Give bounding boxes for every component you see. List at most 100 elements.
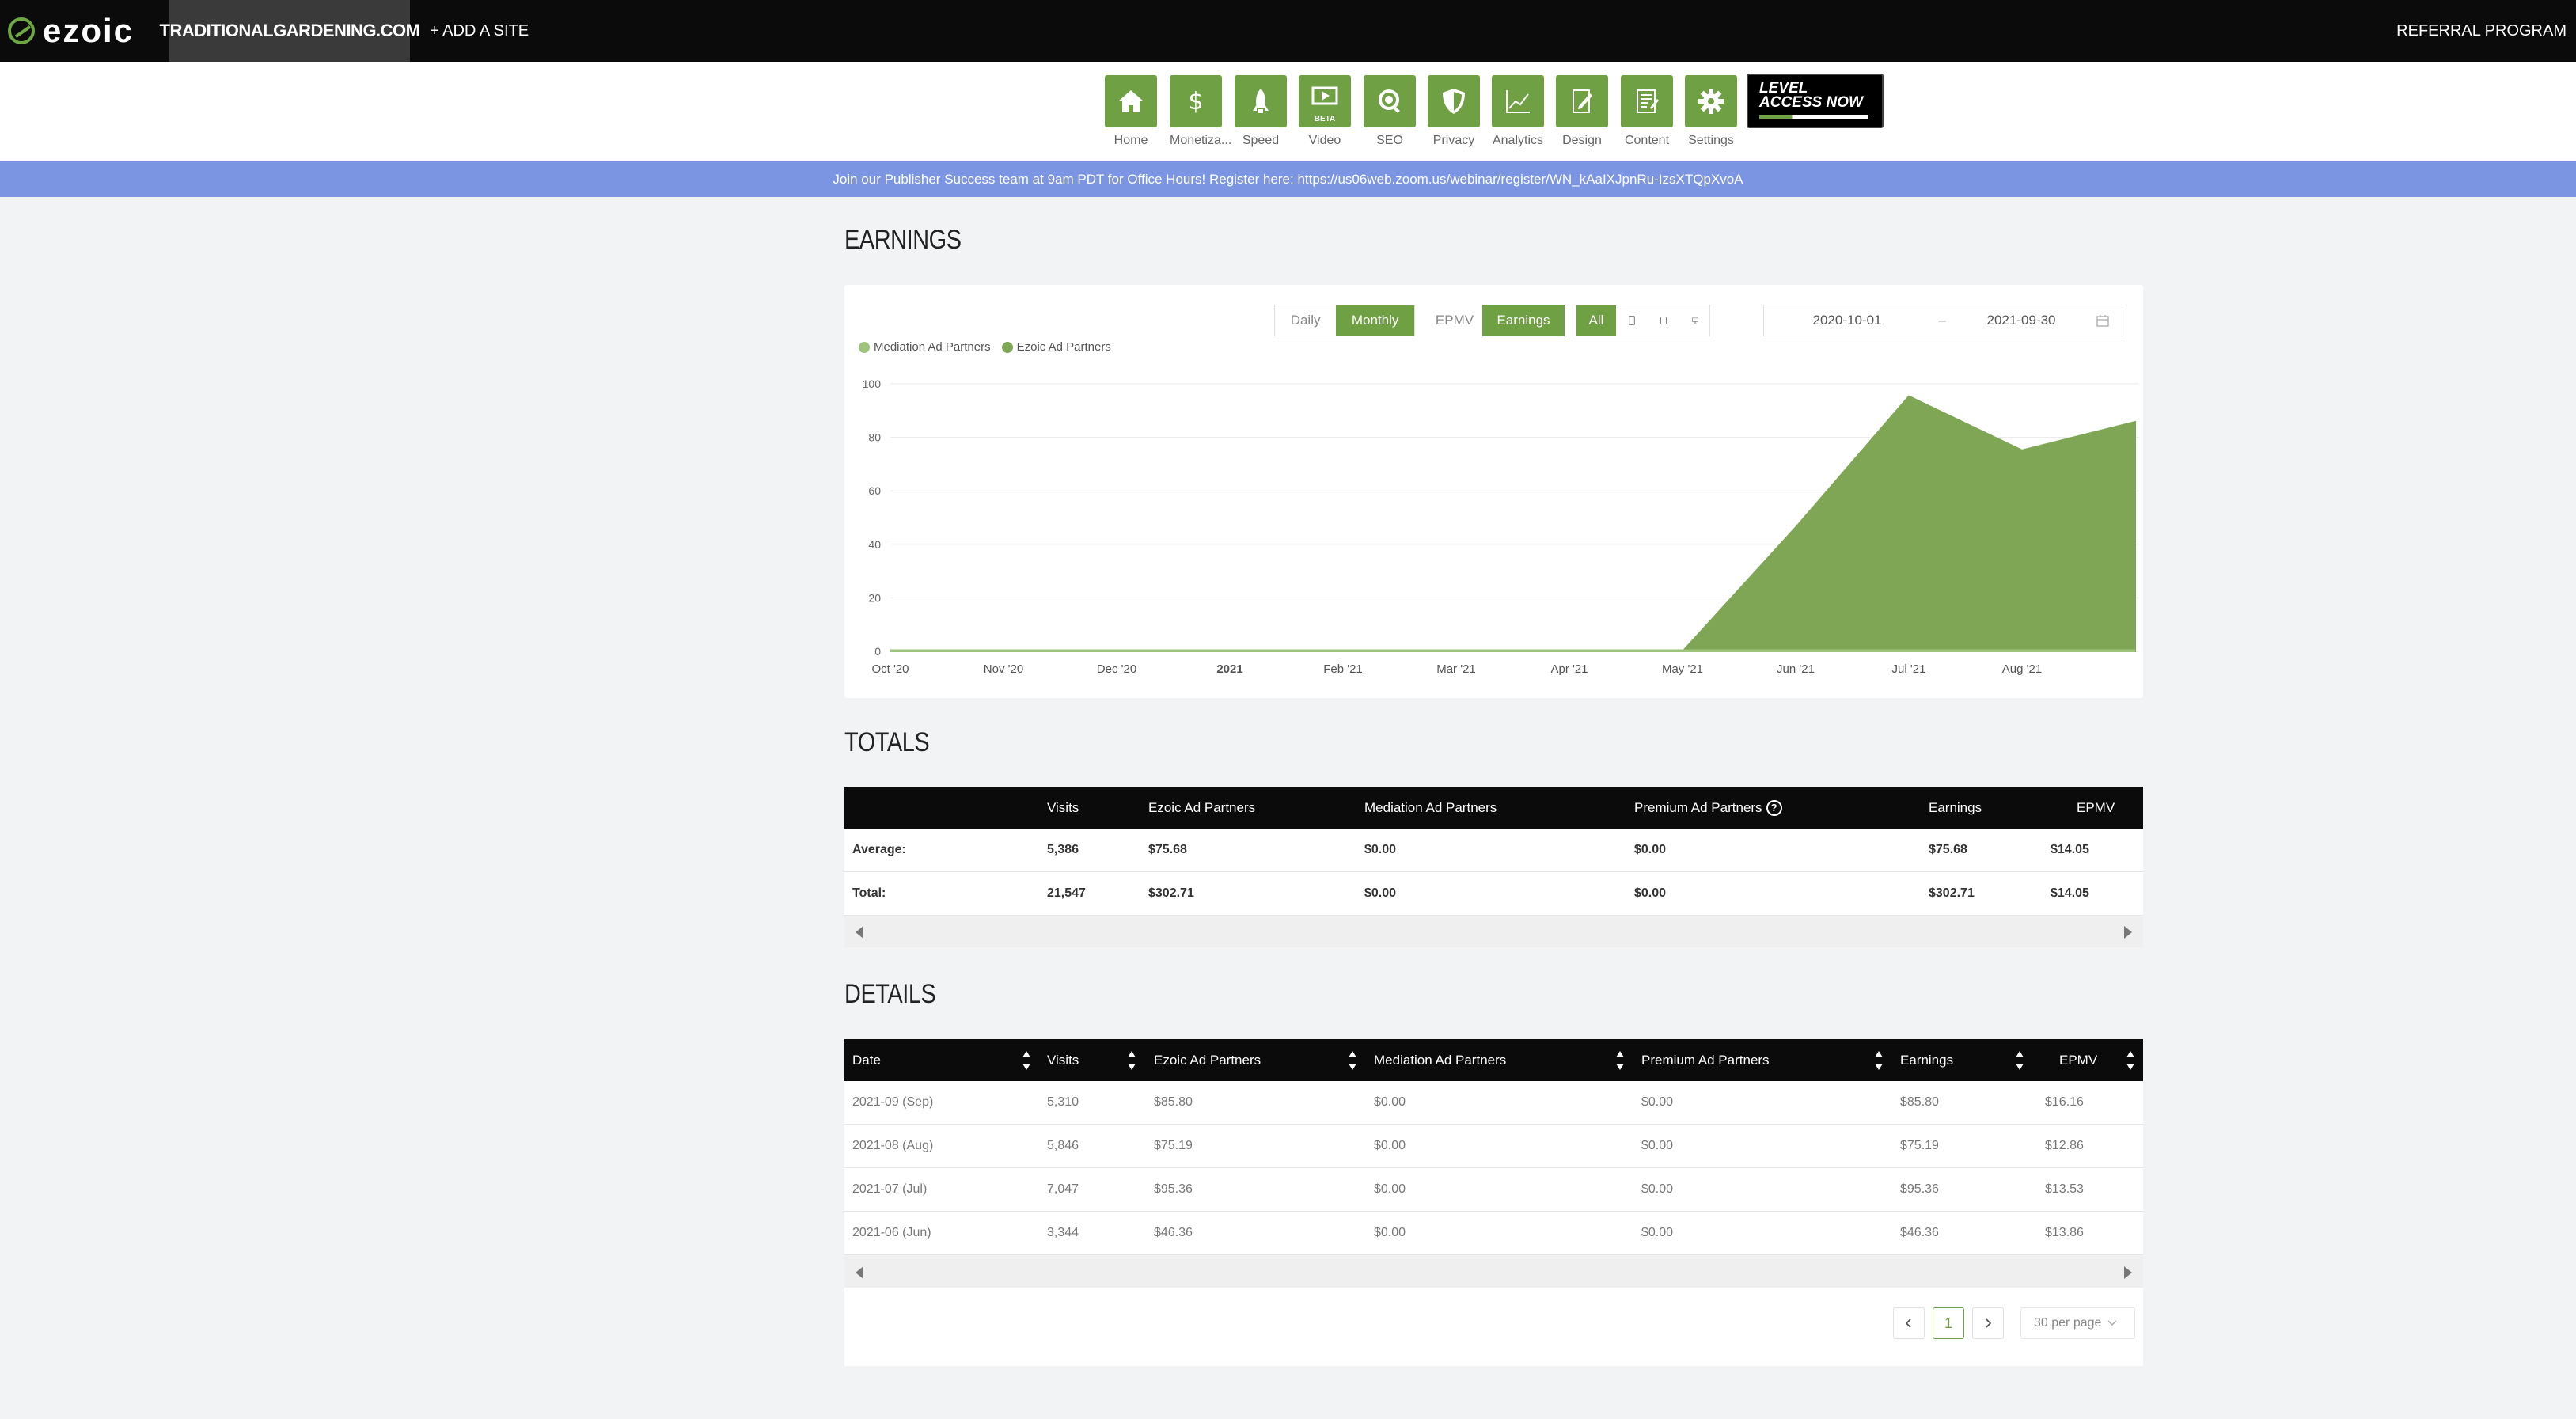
sort-icon[interactable] <box>1875 1051 1883 1070</box>
table-cell: 2021-07 (Jul) <box>852 1182 928 1196</box>
help-icon[interactable]: ? <box>1766 799 1782 816</box>
col-date[interactable]: Date <box>852 1039 881 1081</box>
nav-settings[interactable]: Settings <box>1685 75 1737 148</box>
add-site-link[interactable]: + ADD A SITE <box>430 0 529 62</box>
col-earnings[interactable]: Earnings <box>1900 1039 1953 1081</box>
announcement-banner[interactable]: Join our Publisher Success team at 9am P… <box>0 161 2576 197</box>
nav-home[interactable]: Home <box>1105 75 1157 148</box>
nav-content[interactable]: Content <box>1621 75 1673 148</box>
col-epmv[interactable]: EPMV <box>2059 1039 2097 1081</box>
table-cell: $16.16 <box>2045 1095 2084 1109</box>
details-title: DETAILS <box>844 979 936 1009</box>
sort-icon[interactable] <box>2126 1051 2134 1070</box>
table-cell: 7,047 <box>1047 1182 1079 1196</box>
earnings-chart: 0 20 40 60 80 100 Oct '20 Nov '20 Dec '20 2021 Feb… <box>863 378 2139 676</box>
nav-privacy[interactable]: Privacy <box>1428 75 1480 148</box>
table-cell: $0.00 <box>1641 1139 1674 1152</box>
referral-program-link[interactable]: REFERRAL PROGRAM <box>2396 0 2567 62</box>
table-cell: 5,310 <box>1047 1095 1079 1109</box>
nav-speed[interactable]: Speed <box>1235 75 1287 148</box>
col-epmv: EPMV <box>2077 799 2115 815</box>
x-tick-label: Oct '20 <box>871 662 909 676</box>
col-premium[interactable]: Premium Ad Partners <box>1641 1039 1770 1081</box>
design-icon <box>1573 89 1592 113</box>
sort-icon[interactable] <box>2016 1051 2024 1070</box>
beta-badge: BETA <box>1314 115 1336 123</box>
col-premium: Premium Ad Partners? <box>1634 787 1782 829</box>
table-cell: $0.00 <box>1641 1182 1674 1196</box>
table-cell: $95.36 <box>1154 1182 1193 1196</box>
shield-icon <box>1443 89 1465 114</box>
table-cell: $75.19 <box>1900 1139 1939 1152</box>
nav-analytics[interactable]: Analytics <box>1492 75 1544 148</box>
y-tick-label: 60 <box>868 484 881 497</box>
nav-seo[interactable]: SEO <box>1364 75 1416 148</box>
rocket-icon <box>1253 89 1269 113</box>
top-bar: ezoic TRADITIONALGARDENING.COM + ADD A S… <box>0 0 2576 62</box>
icon-navigation: Home $ Monetiza... Speed BETA Video SEO … <box>0 62 2576 161</box>
sort-icon[interactable] <box>1349 1051 1356 1070</box>
home-icon <box>1118 90 1144 112</box>
sort-icon[interactable] <box>1022 1051 1030 1070</box>
table-row: 2021-09 (Sep) 5,310 $85.80 $0.00 $0.00 $85.80… <box>844 1081 2143 1125</box>
table-cell: 2021-09 (Sep) <box>852 1095 934 1109</box>
x-tick-label: 2021 <box>1216 662 1242 676</box>
x-tick-label: Jul '21 <box>1892 662 1926 676</box>
dollar-icon: $ <box>1188 88 1203 116</box>
col-mediation[interactable]: Mediation Ad Partners <box>1374 1039 1506 1081</box>
scroll-left-icon[interactable] <box>856 1266 863 1279</box>
chevron-left-icon <box>1905 1318 1911 1328</box>
table-cell: $0.00 <box>1374 1226 1406 1239</box>
table-cell: $75.19 <box>1154 1139 1193 1152</box>
next-page-button[interactable] <box>1972 1307 2004 1339</box>
table-cell: 3,344 <box>1047 1226 1079 1239</box>
col-earnings: Earnings <box>1929 799 1982 815</box>
x-tick-label: Apr '21 <box>1550 662 1588 676</box>
totals-row-average: Average: 5,386 $75.68 $0.00 $0.00 $75.68… <box>844 829 2143 872</box>
y-tick-label: 40 <box>868 538 881 551</box>
y-tick-label: 20 <box>868 591 881 604</box>
nav-monetization[interactable]: $ Monetiza... <box>1170 75 1231 148</box>
site-selector[interactable]: TRADITIONALGARDENING.COM <box>160 0 420 62</box>
x-tick-label: May '21 <box>1662 662 1703 676</box>
table-cell: $85.80 <box>1154 1095 1193 1109</box>
sort-icon[interactable] <box>1616 1051 1624 1070</box>
y-tick-label: 0 <box>874 645 881 658</box>
earnings-panel: Daily Monthly EPMV Earnings All 2020-10-… <box>844 285 2143 698</box>
earnings-title: EARNINGS <box>844 225 962 255</box>
magnifier-icon <box>1379 89 1400 113</box>
table-cell: $0.00 <box>1641 1226 1674 1239</box>
x-tick-label: Dec '20 <box>1097 662 1136 676</box>
ezoic-logo-icon <box>8 17 35 44</box>
col-ezoic[interactable]: Ezoic Ad Partners <box>1154 1039 1261 1081</box>
nav-video[interactable]: BETA Video <box>1299 75 1351 148</box>
pagination-bar: 1 30 per page <box>844 1288 2143 1366</box>
details-table: Date Visits Ezoic Ad Partners Mediation … <box>844 1039 2143 1366</box>
scroll-right-icon[interactable] <box>2124 926 2132 939</box>
level-access-button[interactable]: LEVEL ACCESS NOW <box>1747 74 1884 128</box>
prev-page-button[interactable] <box>1893 1307 1925 1339</box>
page-1-button[interactable]: 1 <box>1933 1307 1964 1339</box>
table-cell: $13.53 <box>2045 1182 2084 1196</box>
table-cell: $85.80 <box>1900 1095 1939 1109</box>
sort-icon[interactable] <box>1128 1051 1136 1070</box>
scroll-left-icon[interactable] <box>856 926 863 939</box>
series-area <box>890 395 2136 652</box>
table-cell: 2021-08 (Aug) <box>852 1139 934 1152</box>
scroll-right-icon[interactable] <box>2124 1266 2132 1279</box>
details-scrollbar[interactable] <box>844 1256 2143 1288</box>
table-cell: $0.00 <box>1374 1139 1406 1152</box>
totals-scrollbar[interactable] <box>844 916 2143 947</box>
nav-design[interactable]: Design <box>1556 75 1608 148</box>
x-tick-label: Jun '21 <box>1777 662 1815 676</box>
totals-title: TOTALS <box>844 727 930 757</box>
y-tick-label: 100 <box>863 378 882 390</box>
per-page-select[interactable]: 30 per page <box>2020 1307 2135 1339</box>
col-visits[interactable]: Visits <box>1047 1039 1079 1081</box>
chevron-right-icon <box>1986 1318 1992 1328</box>
ezoic-logo[interactable]: ezoic <box>8 11 134 51</box>
x-tick-label: Aug '21 <box>2002 662 2042 676</box>
table-cell: $12.86 <box>2045 1139 2084 1152</box>
table-row: 2021-07 (Jul) 7,047 $95.36 $0.00 $0.00 $95.36… <box>844 1168 2143 1212</box>
video-icon <box>1311 86 1338 105</box>
